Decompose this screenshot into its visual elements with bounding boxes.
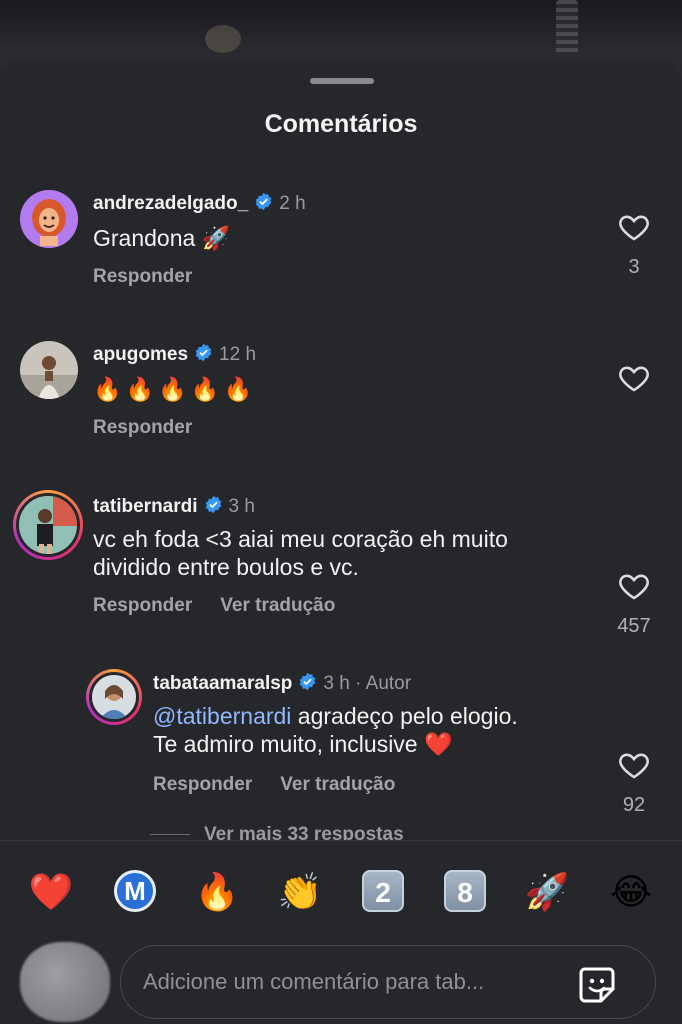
username[interactable]: apugomes xyxy=(93,344,188,365)
emoji-keycap-8-button[interactable]: 8 xyxy=(444,870,486,912)
comment-input[interactable]: Adicione um comentário para tab... xyxy=(120,945,656,1019)
see-translation-button[interactable]: Ver tradução xyxy=(220,595,335,616)
heart-icon[interactable] xyxy=(617,569,651,603)
like-count: 3 xyxy=(628,256,640,278)
comment-header: tatibernardi 3 h xyxy=(93,495,255,520)
comment-time: 3 h xyxy=(228,496,255,517)
avatar-illustration-icon xyxy=(20,190,78,248)
comment-input-placeholder: Adicione um comentário para tab... xyxy=(143,969,485,994)
emoji-fire-button[interactable]: 🔥 xyxy=(194,869,240,915)
avatar xyxy=(16,493,80,557)
comment-actions: Responder xyxy=(93,417,220,439)
reply-button[interactable]: Responder xyxy=(153,774,252,795)
backdrop-detail xyxy=(205,25,241,53)
jacket-zipper xyxy=(556,0,578,56)
emoji-m-button[interactable]: M xyxy=(114,870,156,912)
avatar[interactable] xyxy=(20,190,78,248)
like-count: 92 xyxy=(622,794,646,816)
comment-header: tabataamaralsp 3 h · Autor xyxy=(153,672,411,697)
comment-time: 3 h · Autor xyxy=(323,673,412,694)
reply-button[interactable]: Responder xyxy=(93,417,192,438)
drag-handle[interactable] xyxy=(310,78,374,84)
emoji-heart-button[interactable]: ❤️ xyxy=(28,869,74,915)
like-count: 457 xyxy=(617,615,651,637)
verified-badge-icon xyxy=(204,495,223,520)
avatar-story-ring[interactable] xyxy=(13,490,83,560)
sheet-title: Comentários xyxy=(264,110,418,138)
comment-text: 🔥🔥🔥🔥🔥 xyxy=(93,376,257,402)
emoji-quick-bar: ❤️ M 🔥 👏 2 8 🚀 😂 xyxy=(0,840,682,942)
reply-button[interactable]: Responder xyxy=(93,266,192,287)
heart-icon[interactable] xyxy=(617,361,651,395)
sticker-icon[interactable] xyxy=(577,965,617,1005)
comment-header: apugomes 12 h xyxy=(93,343,256,368)
see-translation-button[interactable]: Ver tradução xyxy=(280,774,395,795)
heart-icon[interactable] xyxy=(617,748,651,782)
emoji-keycap-2-button[interactable]: 2 xyxy=(362,870,404,912)
current-user-avatar[interactable] xyxy=(20,942,110,1022)
comment-actions: Responder Ver tradução xyxy=(153,774,423,796)
username[interactable]: andrezadelgado_ xyxy=(93,193,248,214)
divider xyxy=(150,834,190,836)
comment-header: andrezadelgado_ 2 h xyxy=(93,192,306,217)
avatar-story-ring[interactable] xyxy=(86,669,142,725)
comment-actions: Responder Ver tradução xyxy=(93,595,363,617)
comment-text-line: dividido entre boulos e vc. xyxy=(93,554,359,580)
verified-badge-icon xyxy=(194,343,213,368)
avatar[interactable] xyxy=(20,341,78,399)
avatar-photo-icon xyxy=(20,341,78,399)
mention-link[interactable]: @tatibernardi xyxy=(153,703,291,729)
reply-button[interactable]: Responder xyxy=(93,595,192,616)
comment-time: 12 h xyxy=(219,344,257,365)
comment-text: Grandona 🚀 xyxy=(93,225,231,251)
emoji-laugh-button[interactable]: 😂 xyxy=(608,869,654,915)
comment-composer: Adicione um comentário para tab... xyxy=(0,942,682,1024)
avatar-photo-icon xyxy=(19,496,77,554)
username[interactable]: tatibernardi xyxy=(93,496,198,517)
comment-actions: Responder xyxy=(93,266,220,288)
comment-time: 2 h xyxy=(279,193,306,214)
comment-text-line: vc eh foda <3 aiai meu coração eh muito xyxy=(93,526,508,552)
username[interactable]: tabataamaralsp xyxy=(153,673,292,694)
comment-text: vc eh foda <3 aiai meu coração eh muito … xyxy=(93,525,508,581)
avatar-photo-icon xyxy=(92,675,136,719)
emoji-rocket-button[interactable]: 🚀 xyxy=(524,869,570,915)
avatar xyxy=(89,672,139,722)
comment-text-line: @tatibernardi agradeço pelo elogio. xyxy=(153,702,518,730)
comment-text: @tatibernardi agradeço pelo elogio. Te a… xyxy=(153,702,518,758)
verified-badge-icon xyxy=(298,672,317,697)
emoji-clap-button[interactable]: 👏 xyxy=(277,869,323,915)
verified-badge-icon xyxy=(254,192,273,217)
heart-icon[interactable] xyxy=(617,210,651,244)
comment-text-line: Te admiro muito, inclusive ❤️ xyxy=(153,731,453,757)
comment-text-fragment: agradeço pelo elogio. xyxy=(291,703,518,729)
